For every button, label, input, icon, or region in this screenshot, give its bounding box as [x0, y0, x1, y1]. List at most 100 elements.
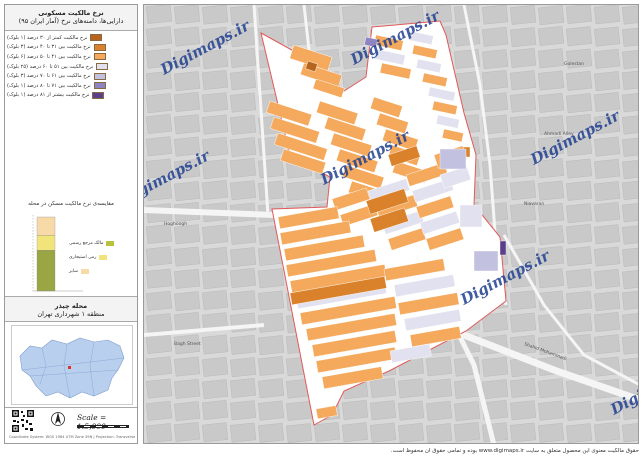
background-block: [174, 224, 201, 245]
background-block: [482, 49, 509, 70]
location-marker: [68, 366, 71, 369]
background-block: [201, 70, 229, 90]
background-block: [621, 180, 638, 200]
north-arrow-icon: [51, 409, 65, 429]
background-block: [174, 246, 201, 267]
background-block: [594, 268, 621, 289]
legend-swatch: [96, 63, 109, 71]
background-block: [229, 268, 257, 288]
background-block: [622, 159, 638, 180]
background-block: [230, 114, 257, 135]
legend-item: نرخ مالکیت بین ۶۱ تا ۷۰ درصد (۳ بلوک): [7, 71, 135, 81]
background-block: [174, 291, 201, 312]
background-block: [174, 378, 201, 399]
background-block: [258, 158, 285, 179]
background-block: [593, 202, 621, 222]
legend-item: نرخ مالکیت بین ۷۱ تا ۸۰ درصد (۱ بلوک): [7, 81, 135, 91]
background-block: [342, 422, 369, 443]
background-block: [201, 400, 229, 420]
background-block: [537, 26, 565, 46]
background-block: [622, 5, 638, 25]
bar-segment: [36, 216, 56, 236]
background-block: [145, 5, 173, 24]
background-block: [258, 180, 285, 201]
background-block: [510, 92, 537, 113]
background-block: [173, 422, 201, 442]
background-block: [565, 5, 593, 24]
legend-subtitle: دارایی‌ها، دامنه‌های نرخ (آمار ایران ۹۵): [18, 17, 124, 25]
district-name: منطقه ۱ شهرداری تهران: [37, 310, 105, 318]
background-block: [229, 378, 257, 398]
bar-chart: مالک مرجع رسمی رمی استیجاری سایر: [13, 213, 137, 295]
background-block: [482, 5, 509, 25]
legend-label: نرخ مالکیت کمتر از ۳۰ درصد (۱ بلوک): [7, 34, 88, 41]
background-block: [510, 290, 537, 311]
ownership-parcel[interactable]: [459, 204, 483, 228]
bar-segment: [36, 235, 56, 251]
background-block: [202, 422, 229, 443]
background-block: [481, 180, 509, 200]
background-block: [538, 48, 565, 69]
background-block: [510, 70, 537, 91]
background-block: [566, 423, 593, 443]
ownership-parcel[interactable]: [439, 148, 467, 170]
background-block: [622, 312, 638, 333]
background-block: [593, 312, 621, 332]
copyright-note: حقوق مالکیت معنوی این محصول متعلق به سای…: [390, 448, 639, 454]
main-map[interactable]: Hoghoogh Shahid Mohammadi Bagh Street Ahmad…: [143, 4, 639, 444]
bar-segment: [36, 250, 56, 292]
legend-header: نرخ مالکیت مسکونی دارایی‌ها، دامنه‌های ن…: [5, 5, 137, 31]
background-block: [314, 26, 341, 47]
background-block: [594, 181, 621, 202]
background-block: [510, 180, 537, 201]
background-block: [286, 423, 313, 443]
background-block: [622, 334, 638, 355]
background-block: [454, 26, 481, 47]
stacked-bar: [36, 216, 56, 292]
street-label: Niavaran: [524, 201, 544, 207]
background-block: [174, 181, 201, 202]
background-block: [370, 400, 397, 421]
legend-panel: نرخ مالکیت مسکونی دارایی‌ها، دامنه‌های ن…: [4, 4, 138, 444]
background-block: [566, 158, 593, 179]
legend-swatch: [93, 72, 106, 80]
map-canvas[interactable]: HoghooghShahid MohammadiBagh StreetAhmad…: [144, 5, 639, 444]
background-block: [201, 290, 229, 310]
background-block: [593, 422, 621, 442]
legend-item: نرخ مالکیت بین ۳۱ تا ۴۰ درصد (۳ بلوک): [7, 43, 135, 53]
background-block: [146, 136, 173, 157]
legend-swatch: [93, 82, 106, 90]
background-block: [510, 114, 537, 135]
background-block: [313, 422, 341, 442]
background-block: [229, 158, 257, 178]
background-block: [566, 70, 593, 91]
background-block: [566, 268, 593, 289]
city-boundary: [19, 337, 125, 399]
bar-key-swatch: [80, 269, 89, 274]
legend-swatch: [90, 34, 103, 42]
watermark-text: Digimaps.ir: [157, 16, 254, 79]
coordinate-credit: Coordinate System: WGS 1984 UTM Zone 39N…: [9, 435, 135, 439]
background-block: [146, 93, 173, 114]
background-block: [314, 5, 341, 25]
background-block: [510, 5, 537, 25]
legend-label: نرخ مالکیت بیشتر از ۸۱ درصد (۱ بلوک): [7, 92, 90, 99]
background-block: [538, 378, 565, 399]
background-block: [622, 224, 638, 245]
bar-key: رمی استیجاری: [69, 255, 108, 260]
background-block: [622, 136, 638, 157]
background-block: [230, 180, 257, 201]
background-block: [202, 224, 229, 245]
background-block: [426, 423, 453, 443]
ownership-parcel[interactable]: [473, 250, 499, 272]
background-block: [230, 224, 257, 245]
background-block: [538, 180, 565, 201]
ownership-parcel[interactable]: [499, 240, 507, 256]
background-block: [370, 422, 397, 443]
street-label: Hoghoogh: [164, 221, 187, 227]
background-block: [230, 92, 257, 113]
background-block: [202, 269, 229, 290]
bar-key-label: مالک مرجع رسمی: [69, 241, 104, 246]
background-block: [538, 225, 565, 246]
background-block: [594, 291, 621, 312]
